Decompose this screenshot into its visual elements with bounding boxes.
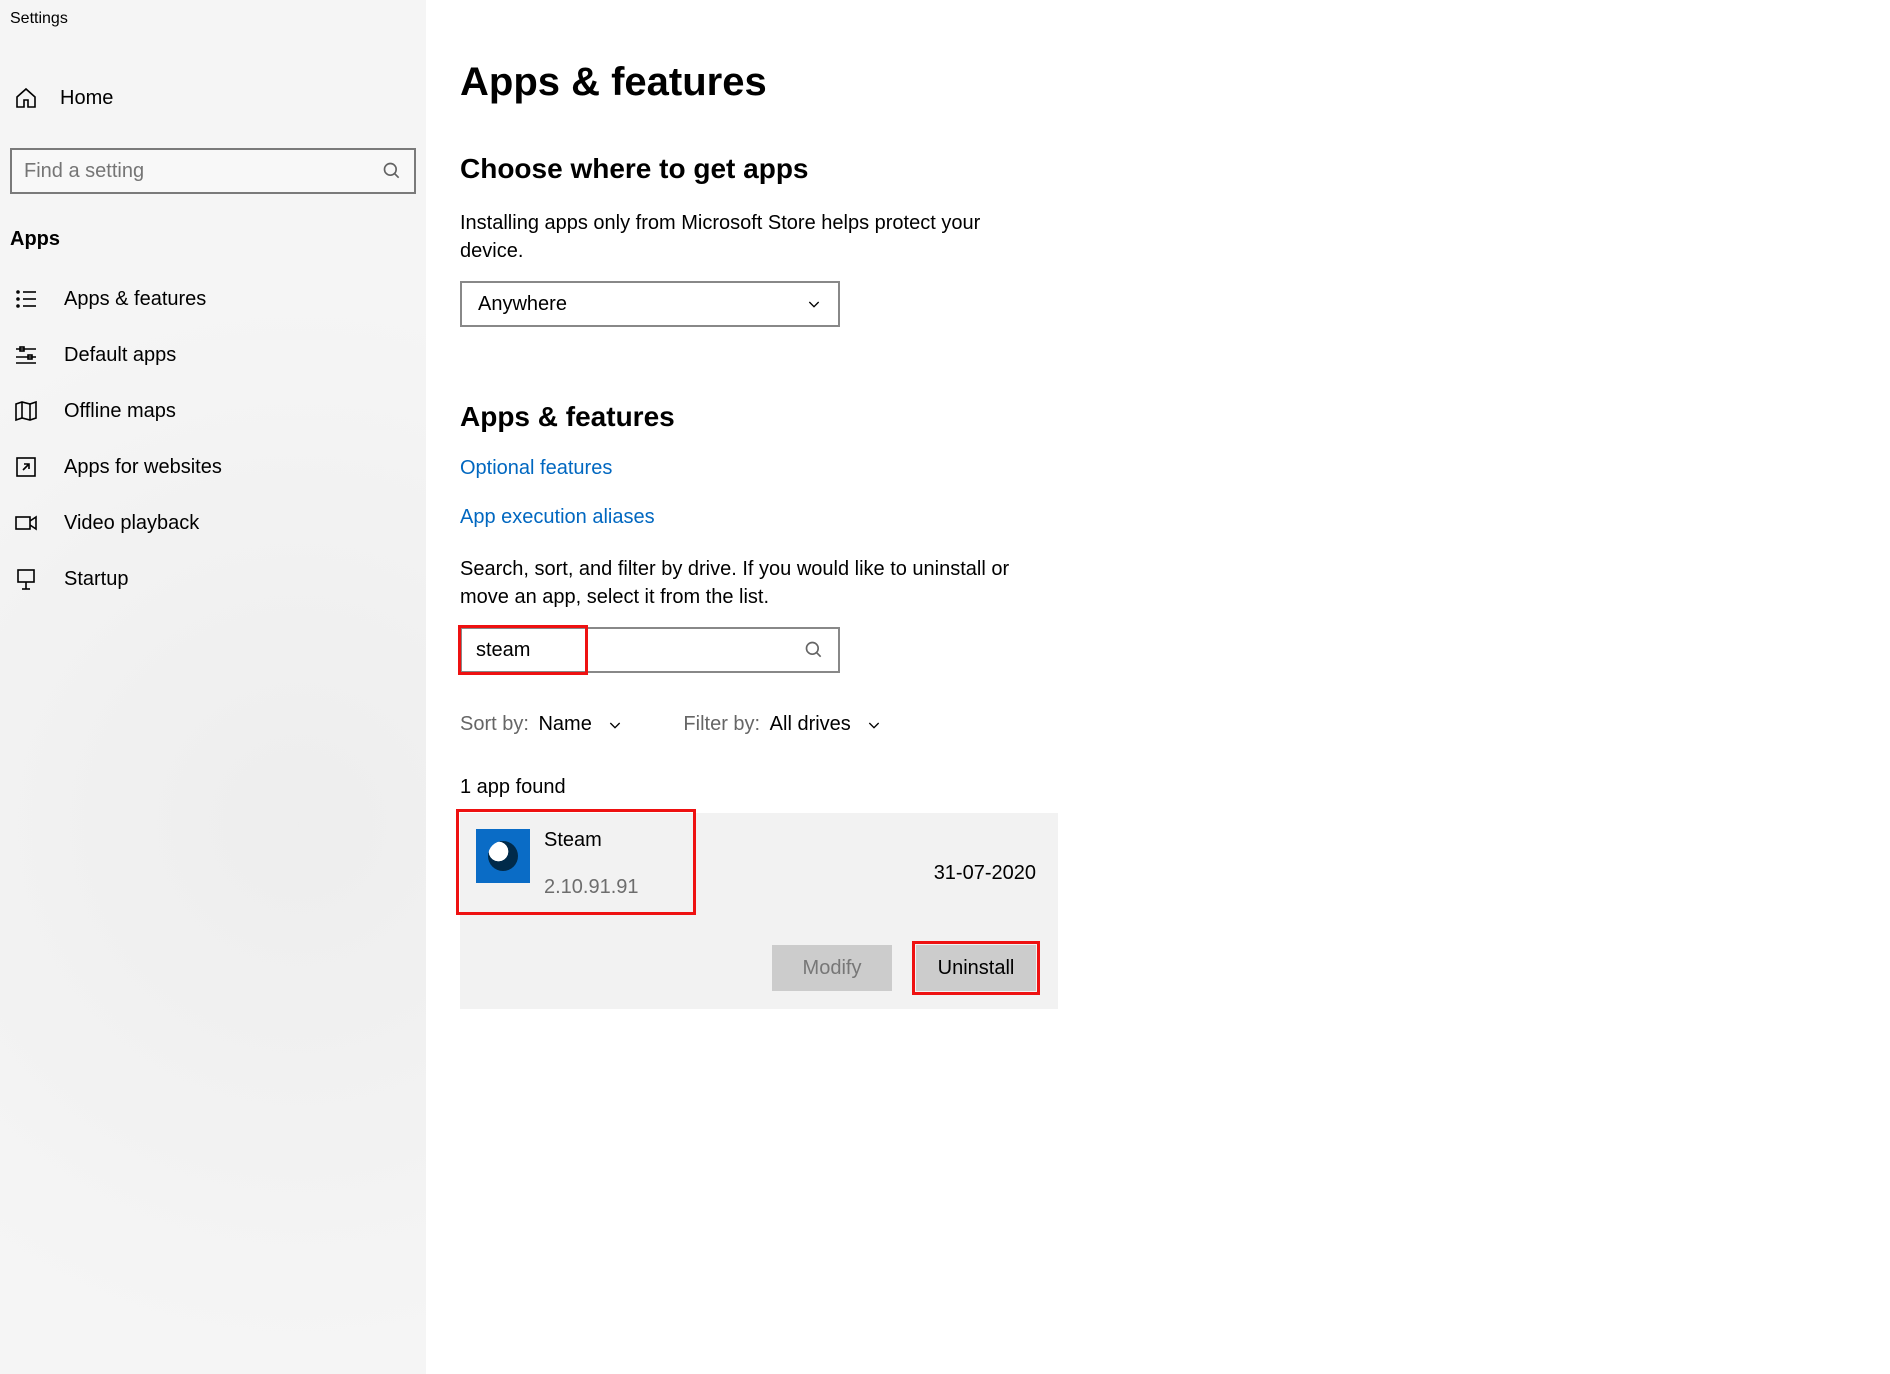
sidebar-item-label: Apps & features [64, 288, 206, 311]
app-install-date: 31-07-2020 [934, 862, 1036, 885]
app-source-value: Anywhere [478, 293, 567, 316]
modify-label: Modify [803, 957, 862, 980]
app-count: 1 app found [460, 776, 1046, 799]
sidebar-section: Apps [0, 194, 426, 271]
sort-label: Sort by: [460, 713, 529, 735]
sidebar-search-input[interactable] [24, 160, 382, 183]
optional-features-link[interactable]: Optional features [460, 457, 1046, 480]
sidebar-item-label: Video playback [64, 512, 199, 535]
app-execution-aliases-link[interactable]: App execution aliases [460, 506, 1046, 529]
video-icon [14, 511, 38, 535]
sidebar-item-apps-websites[interactable]: Apps for websites [0, 439, 426, 495]
sort-value: Name [538, 713, 591, 735]
app-name: Steam [544, 829, 934, 852]
main-content: Apps & features Choose where to get apps… [426, 0, 1076, 1374]
chevron-down-icon [806, 296, 822, 312]
steam-icon [476, 829, 530, 883]
sidebar-item-label: Apps for websites [64, 456, 222, 479]
app-version: 2.10.91.91 [544, 876, 934, 899]
filter-by-dropdown[interactable]: Filter by: All drives [683, 713, 882, 736]
sidebar-item-label: Offline maps [64, 400, 176, 423]
map-icon [14, 399, 38, 423]
sidebar-item-video-playback[interactable]: Video playback [0, 495, 426, 551]
app-source-select[interactable]: Anywhere [460, 281, 840, 327]
chevron-down-icon [607, 717, 623, 733]
filter-label: Filter by: [683, 713, 760, 735]
sidebar-item-default-apps[interactable]: Default apps [0, 327, 426, 383]
sidebar-item-label: Startup [64, 568, 128, 591]
sidebar-item-label: Default apps [64, 344, 176, 367]
sort-by-dropdown[interactable]: Sort by: Name [460, 713, 623, 736]
choose-heading: Choose where to get apps [460, 153, 1046, 185]
uninstall-label: Uninstall [938, 957, 1015, 980]
app-search-value: steam [476, 639, 804, 662]
filter-value: All drives [770, 713, 851, 735]
sidebar-item-offline-maps[interactable]: Offline maps [0, 383, 426, 439]
af-desc: Search, sort, and filter by drive. If yo… [460, 555, 1046, 611]
sliders-icon [14, 343, 38, 367]
home-label: Home [60, 87, 113, 110]
sidebar-item-startup[interactable]: Startup [0, 551, 426, 607]
list-icon [14, 287, 38, 311]
chevron-down-icon [866, 717, 882, 733]
search-icon [804, 640, 824, 660]
page-title: Apps & features [460, 60, 1046, 105]
modify-button: Modify [772, 945, 892, 991]
sidebar-search[interactable] [10, 148, 416, 194]
af-heading: Apps & features [460, 401, 1046, 433]
uninstall-button[interactable]: Uninstall [916, 945, 1036, 991]
open-icon [14, 455, 38, 479]
search-icon [382, 161, 402, 181]
app-list-item[interactable]: Steam 2.10.91.91 31-07-2020 Modify Unins… [460, 813, 1058, 1009]
sidebar-item-apps-features[interactable]: Apps & features [0, 271, 426, 327]
startup-icon [14, 567, 38, 591]
app-search-box[interactable]: steam [460, 627, 840, 673]
choose-desc: Installing apps only from Microsoft Stor… [460, 209, 1046, 265]
window-title: Settings [0, 4, 426, 28]
home-nav[interactable]: Home [0, 76, 426, 120]
sidebar: Settings Home Apps Apps & features Defau… [0, 0, 426, 1374]
home-icon [14, 86, 38, 110]
